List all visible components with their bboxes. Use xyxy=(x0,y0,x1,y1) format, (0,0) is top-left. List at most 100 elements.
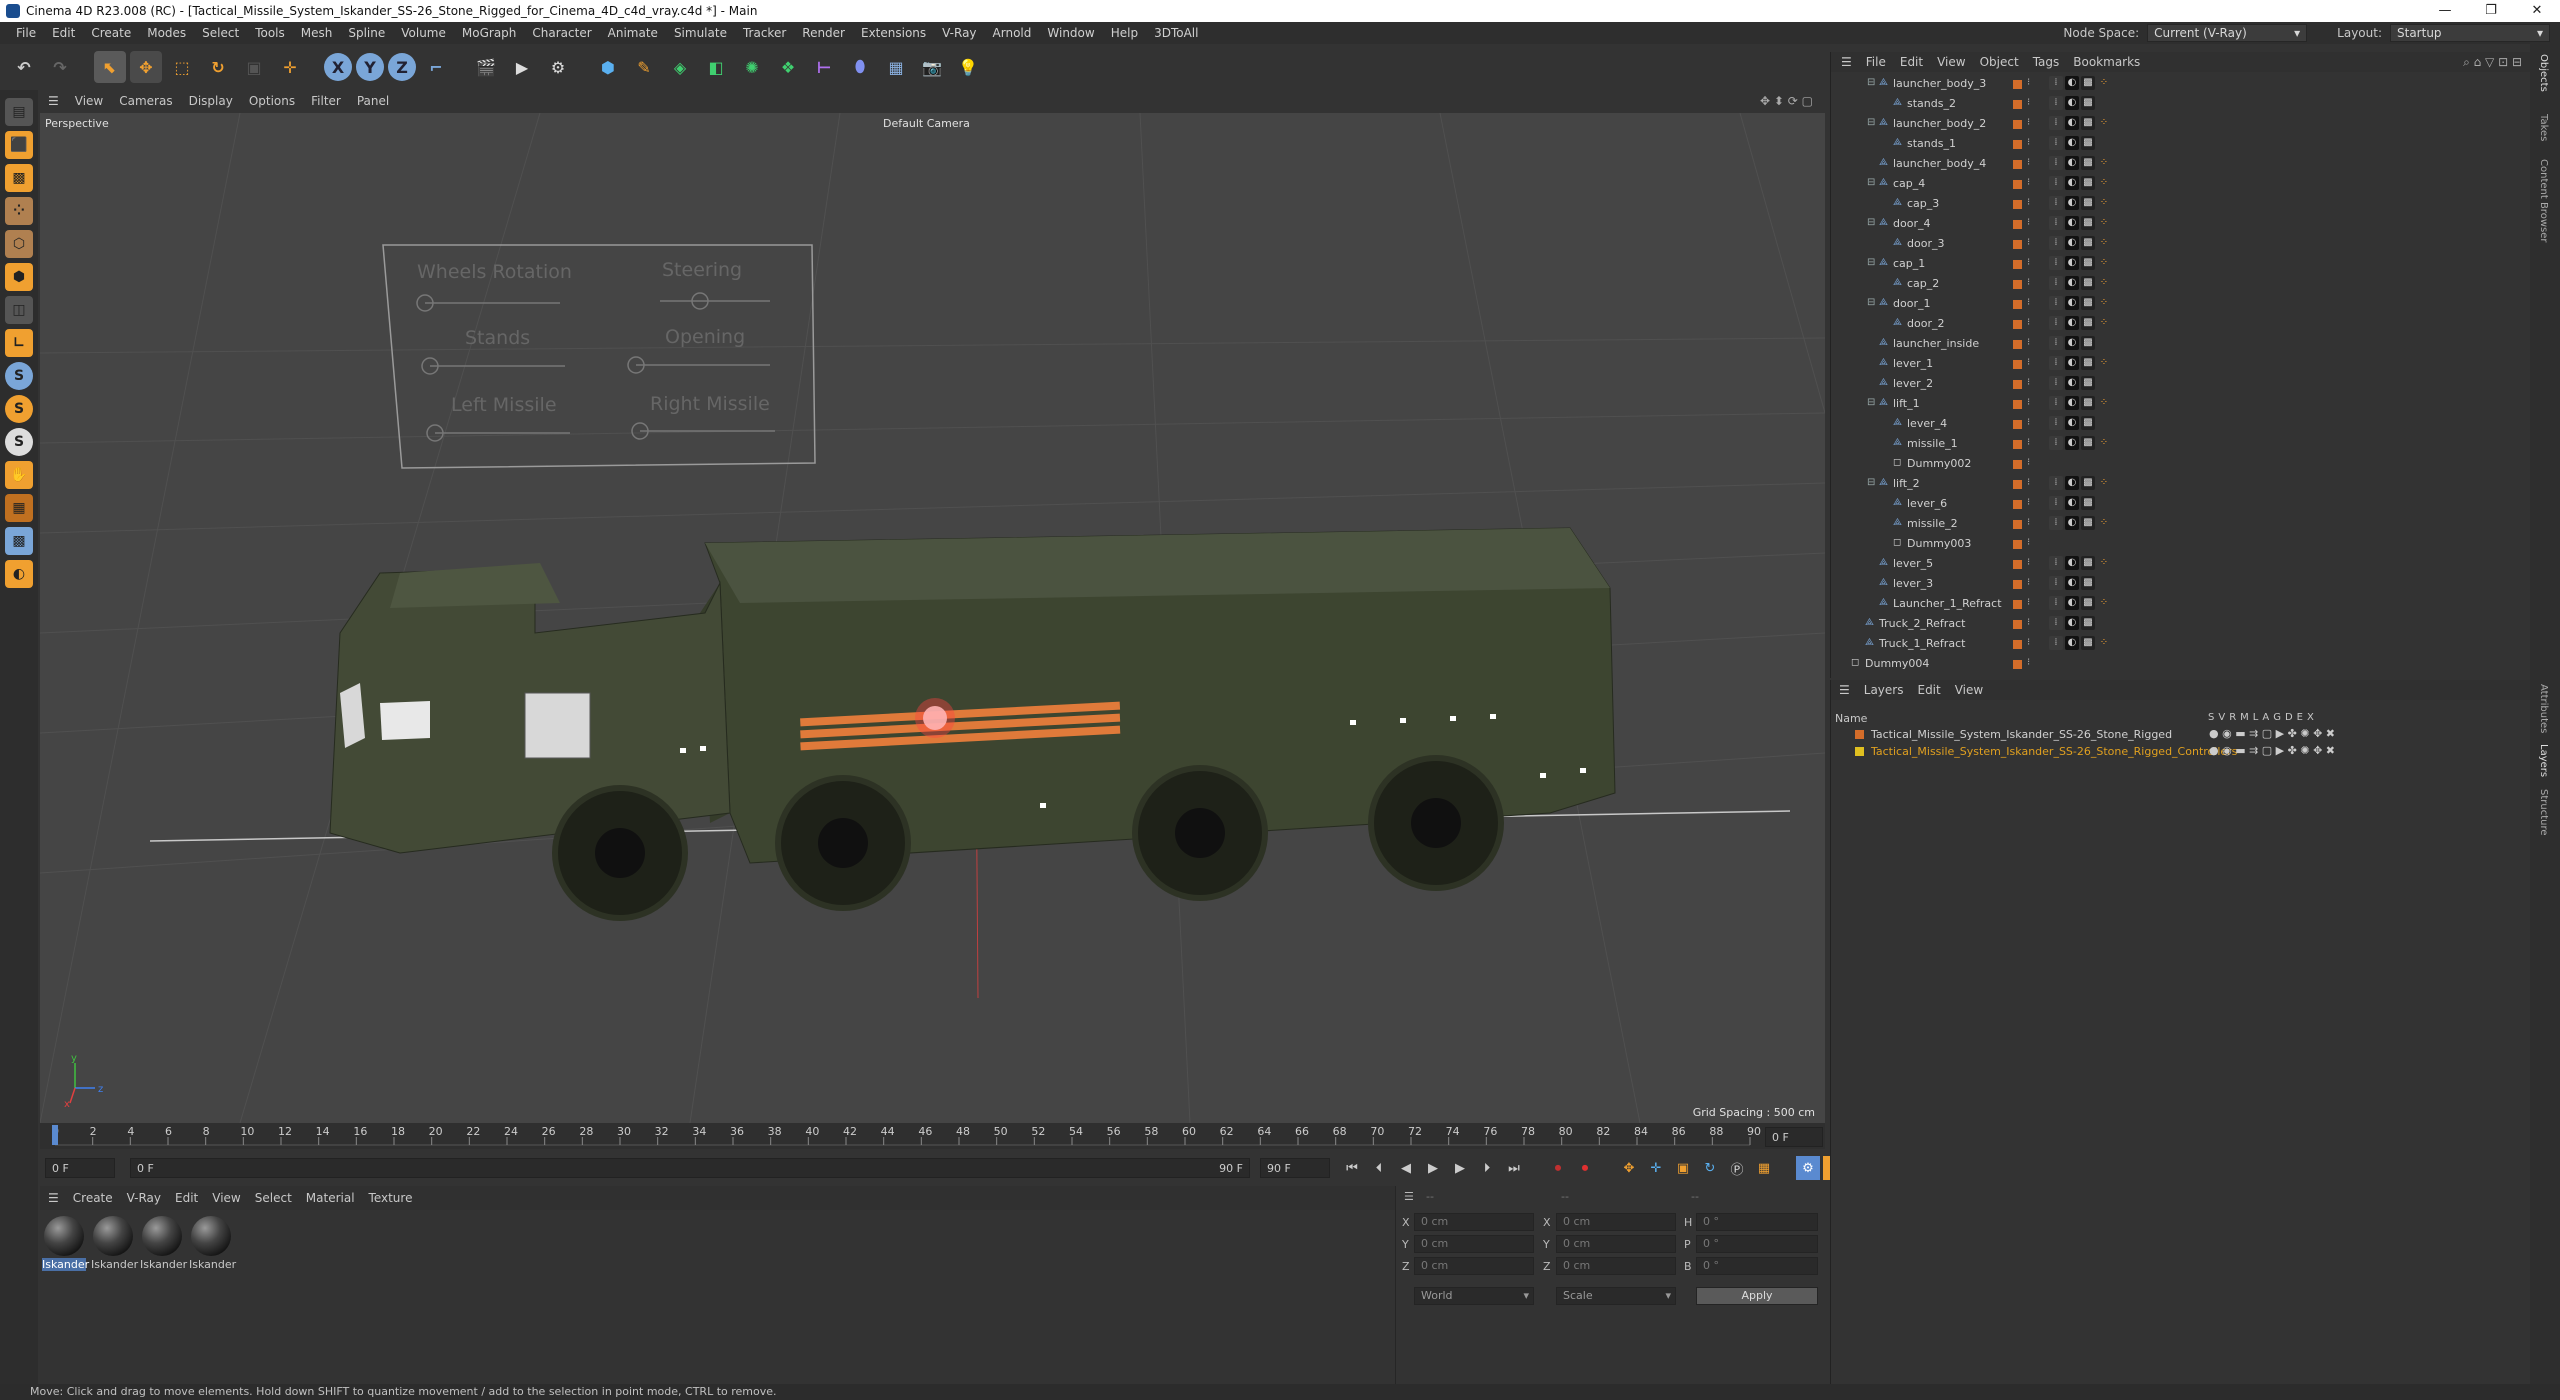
start-frame-field[interactable]: 0 F xyxy=(45,1158,115,1178)
visibility-dots-icon[interactable]: ⁝ xyxy=(2027,157,2030,168)
obj-menu-tags[interactable]: Tags xyxy=(2033,55,2060,69)
material-tag-icon[interactable]: ◐ xyxy=(2065,596,2079,610)
undo-icon[interactable]: ↶ xyxy=(8,51,40,83)
workplane-icon[interactable]: ▦ xyxy=(5,494,33,522)
visibility-dots-icon[interactable]: ⁝ xyxy=(2027,457,2030,468)
menu-tracker[interactable]: Tracker xyxy=(735,26,794,40)
pen-icon[interactable]: ✎ xyxy=(628,51,660,83)
tag-dots-icon[interactable]: ⁞ xyxy=(2049,576,2063,590)
material-tag-icon[interactable]: ◐ xyxy=(2065,76,2079,90)
menu-volume[interactable]: Volume xyxy=(393,26,454,40)
menu-window[interactable]: Window xyxy=(1039,26,1102,40)
texture-tag-icon[interactable]: ▩ xyxy=(2081,516,2095,530)
tag-dots-icon[interactable]: ⁞ xyxy=(2049,416,2063,430)
paint-icon[interactable]: ✋ xyxy=(5,461,33,489)
layer-menu-edit[interactable]: Edit xyxy=(1917,683,1940,697)
object-row[interactable]: ⊟ ⟁ door_1 ⁝ ⁞ ◐ ▩ ⁘ xyxy=(1831,294,2521,314)
menu-character[interactable]: Character xyxy=(524,26,599,40)
texture-tag-icon[interactable]: ▩ xyxy=(2081,296,2095,310)
tag-dots-icon[interactable]: ⁞ xyxy=(2049,376,2063,390)
tag-dots-icon[interactable]: ⁞ xyxy=(2049,616,2063,630)
tag-dots-icon[interactable]: ⁞ xyxy=(2049,156,2063,170)
protection-tag-icon[interactable]: ⁘ xyxy=(2097,476,2111,490)
layer-color-icon[interactable] xyxy=(2013,600,2022,609)
go-to-start-icon[interactable]: ⏮ xyxy=(1340,1156,1364,1180)
coordinate-system-icon[interactable]: ⌐ xyxy=(420,51,452,83)
size-mode-dropdown[interactable]: Scale ▾ xyxy=(1556,1287,1676,1305)
layer-color-icon[interactable] xyxy=(2013,320,2022,329)
make-editable-icon[interactable]: ▤ xyxy=(5,98,33,126)
texture-tag-icon[interactable]: ▩ xyxy=(2081,476,2095,490)
hamburger-icon[interactable]: ☰ xyxy=(1404,1190,1414,1203)
layer-color-icon[interactable] xyxy=(2013,300,2022,309)
menu-help[interactable]: Help xyxy=(1103,26,1146,40)
visibility-dots-icon[interactable]: ⁝ xyxy=(2027,137,2030,148)
protection-tag-icon[interactable]: ⁘ xyxy=(2097,516,2111,530)
material-tag-icon[interactable]: ◐ xyxy=(2065,276,2079,290)
floor-icon[interactable]: ⬮ xyxy=(844,51,876,83)
texture-tag-icon[interactable]: ▩ xyxy=(2081,256,2095,270)
visibility-dots-icon[interactable]: ⁝ xyxy=(2027,577,2030,588)
protection-tag-icon[interactable]: ⁘ xyxy=(2097,256,2111,270)
hamburger-icon[interactable]: ☰ xyxy=(1839,683,1850,697)
layer-color-icon[interactable] xyxy=(2013,400,2022,409)
protection-tag-icon[interactable]: ⁘ xyxy=(2097,176,2111,190)
apply-button[interactable]: Apply xyxy=(1696,1287,1818,1305)
collapse-toggle-icon[interactable]: ⊟ xyxy=(1867,77,1875,88)
tag-dots-icon[interactable]: ⁞ xyxy=(2049,436,2063,450)
object-manager-tools[interactable]: ⌕ ⌂ ▽ ⊡ ⊟ xyxy=(2463,55,2522,70)
viewport-menu-display[interactable]: Display xyxy=(189,94,233,108)
layer-color-icon[interactable] xyxy=(2013,180,2022,189)
protection-tag-icon[interactable]: ⁘ xyxy=(2097,276,2111,290)
collapse-toggle-icon[interactable]: ⊟ xyxy=(1867,117,1875,128)
layer-color-icon[interactable] xyxy=(2013,160,2022,169)
visibility-dots-icon[interactable]: ⁝ xyxy=(2027,537,2030,548)
layout-dropdown[interactable]: Startup ▾ xyxy=(2390,24,2550,42)
layer-color-icon[interactable] xyxy=(2013,200,2022,209)
size-x-field[interactable]: 0 cm xyxy=(1556,1213,1676,1231)
pos-x-field[interactable]: 0 cm xyxy=(1414,1213,1534,1231)
key-move-icon[interactable]: ✛ xyxy=(1644,1156,1668,1180)
object-row[interactable]: ⟁ door_3 ⁝ ⁞ ◐ ▩ ⁘ xyxy=(1831,234,2521,254)
material-tag-icon[interactable]: ◐ xyxy=(2065,136,2079,150)
camera-icon[interactable]: 📷 xyxy=(916,51,948,83)
texture-tag-icon[interactable]: ▩ xyxy=(2081,196,2095,210)
texture-tag-icon[interactable]: ▩ xyxy=(2081,596,2095,610)
texture-mode-icon[interactable]: ▩ xyxy=(5,164,33,192)
tag-dots-icon[interactable]: ⁞ xyxy=(2049,96,2063,110)
visibility-dots-icon[interactable]: ⁝ xyxy=(2027,197,2030,208)
tag-dots-icon[interactable]: ⁞ xyxy=(2049,356,2063,370)
z-axis-icon[interactable]: Z xyxy=(388,53,416,81)
texture-tag-icon[interactable]: ▩ xyxy=(2081,416,2095,430)
layer-color-icon[interactable] xyxy=(2013,140,2022,149)
material-swatch[interactable]: Iskander xyxy=(189,1216,236,1271)
material-tag-icon[interactable]: ◐ xyxy=(2065,156,2079,170)
mat-menu-edit[interactable]: Edit xyxy=(175,1191,198,1205)
object-row[interactable]: ⟁ stands_1 ⁝ ⁞ ◐ ▩ xyxy=(1831,134,2521,154)
object-row[interactable]: ◻ Dummy004 ⁝ xyxy=(1831,654,2521,674)
light-icon[interactable]: 💡 xyxy=(952,51,984,83)
object-row[interactable]: ⟁ Truck_2_Refract ⁝ ⁞ ◐ ▩ xyxy=(1831,614,2521,634)
visibility-dots-icon[interactable]: ⁝ xyxy=(2027,337,2030,348)
visibility-dots-icon[interactable]: ⁝ xyxy=(2027,117,2030,128)
material-tag-icon[interactable]: ◐ xyxy=(2065,336,2079,350)
locked-workplane-icon[interactable]: ▩ xyxy=(5,527,33,555)
material-tag-icon[interactable]: ◐ xyxy=(2065,96,2079,110)
play-icon[interactable]: ▶ xyxy=(1421,1156,1445,1180)
texture-tag-icon[interactable]: ▩ xyxy=(2081,176,2095,190)
tag-dots-icon[interactable]: ⁞ xyxy=(2049,516,2063,530)
deformer-icon[interactable]: ❖ xyxy=(772,51,804,83)
material-tag-icon[interactable]: ◐ xyxy=(2065,556,2079,570)
object-row[interactable]: ⟁ Launcher_1_Refract ⁝ ⁞ ◐ ▩ ⁘ xyxy=(1831,594,2521,614)
layer-color-icon[interactable] xyxy=(2013,580,2022,589)
pos-z-field[interactable]: 0 cm xyxy=(1414,1257,1534,1275)
visibility-dots-icon[interactable]: ⁝ xyxy=(2027,77,2030,88)
protection-tag-icon[interactable]: ⁘ xyxy=(2097,156,2111,170)
protection-tag-icon[interactable]: ⁘ xyxy=(2097,356,2111,370)
hamburger-icon[interactable]: ☰ xyxy=(1841,55,1852,69)
tag-dots-icon[interactable]: ⁞ xyxy=(2049,256,2063,270)
texture-tag-icon[interactable]: ▩ xyxy=(2081,96,2095,110)
node-space-dropdown[interactable]: Current (V-Ray) ▾ xyxy=(2147,24,2308,42)
tag-dots-icon[interactable]: ⁞ xyxy=(2049,556,2063,570)
menu-modes[interactable]: Modes xyxy=(139,26,194,40)
